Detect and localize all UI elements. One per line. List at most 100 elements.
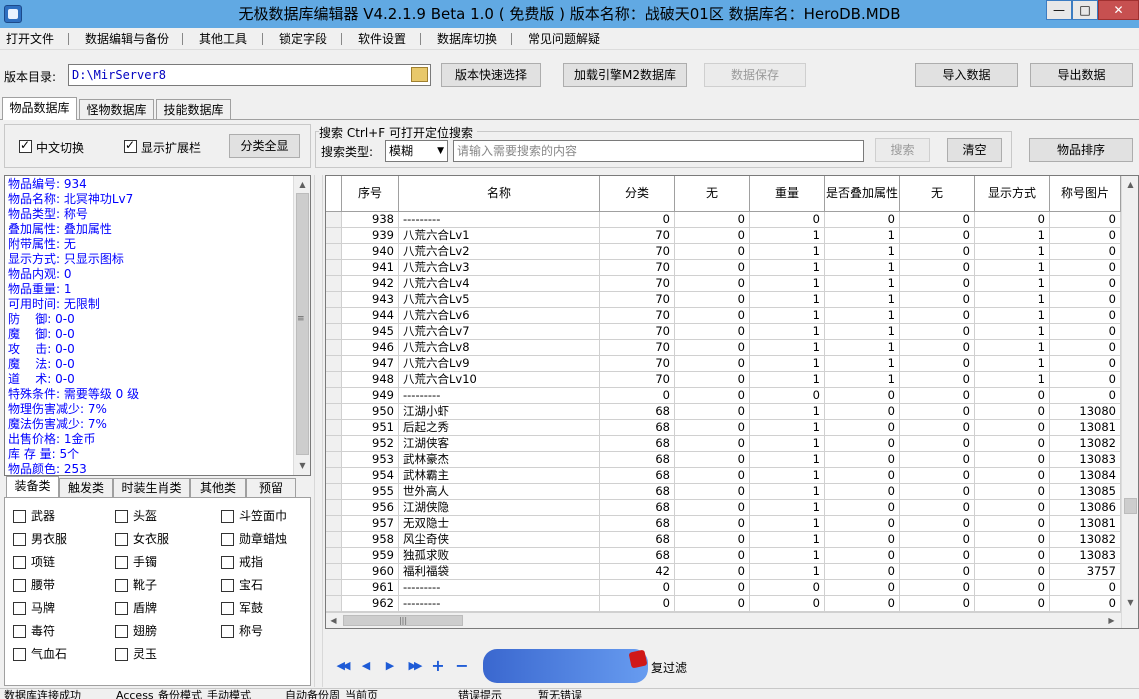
tab-skills-db[interactable]: 技能数据库	[156, 99, 231, 120]
search-input[interactable]: 请输入需要搜索的内容	[453, 140, 864, 162]
column-header[interactable]: 重量	[750, 176, 825, 212]
column-header[interactable]: 名称	[399, 176, 600, 212]
table-cell[interactable]: 0	[1050, 580, 1121, 596]
table-row[interactable]: 939 八荒六合Lv1 70 0 1 1 0 1 0	[326, 228, 1126, 244]
table-cell[interactable]: 13085	[1050, 484, 1121, 500]
table-cell[interactable]: 八荒六合Lv3	[399, 260, 600, 276]
table-cell[interactable]: 0	[675, 308, 750, 324]
table-cell[interactable]: 0	[825, 420, 900, 436]
table-cell[interactable]: 后起之秀	[399, 420, 600, 436]
table-cell[interactable]: 0	[975, 484, 1050, 500]
table-cell[interactable]: 0	[825, 404, 900, 420]
table-cell[interactable]: 941	[342, 260, 399, 276]
table-cell[interactable]: 1	[750, 340, 825, 356]
table-cell[interactable]: 0	[975, 596, 1050, 612]
table-cell[interactable]: 68	[600, 500, 675, 516]
checkbox[interactable]	[221, 625, 234, 638]
table-cell[interactable]: 13083	[1050, 548, 1121, 564]
row-indicator[interactable]	[326, 484, 342, 500]
filter-label[interactable]: 复过滤	[651, 659, 687, 676]
checkbox[interactable]	[13, 625, 26, 638]
table-cell[interactable]: 1	[825, 356, 900, 372]
table-cell[interactable]: 0	[975, 500, 1050, 516]
table-cell[interactable]: 世外高人	[399, 484, 600, 500]
table-cell[interactable]: 949	[342, 388, 399, 404]
menu-other-tools[interactable]: 其他工具	[199, 30, 247, 48]
category-tab[interactable]: 时装生肖类	[113, 478, 190, 498]
table-cell[interactable]: 0	[1050, 372, 1121, 388]
category-checkbox-item[interactable]: 男衣服	[13, 531, 108, 549]
table-cell[interactable]: 1	[825, 260, 900, 276]
category-checkbox-item[interactable]: 头盔	[115, 508, 210, 526]
row-indicator[interactable]	[326, 532, 342, 548]
scroll-down-icon[interactable]: ▼	[295, 458, 310, 473]
table-cell[interactable]: 0	[1050, 356, 1121, 372]
category-checkbox-item[interactable]: 军鼓	[221, 600, 316, 618]
table-cell[interactable]: 13082	[1050, 532, 1121, 548]
row-indicator[interactable]	[326, 468, 342, 484]
table-cell[interactable]: 13086	[1050, 500, 1121, 516]
table-cell[interactable]: 无双隐士	[399, 516, 600, 532]
table-cell[interactable]: 68	[600, 404, 675, 420]
scroll-up-icon[interactable]: ▲	[1123, 177, 1138, 192]
table-row[interactable]: 958 风尘奇侠 68 0 1 0 0 0 13082	[326, 532, 1126, 548]
table-cell[interactable]: 1	[825, 228, 900, 244]
add-record-icon[interactable]: +	[429, 657, 447, 675]
table-cell[interactable]: 0	[825, 388, 900, 404]
table-cell[interactable]: 70	[600, 260, 675, 276]
column-header[interactable]: 是否叠加属性	[825, 176, 900, 212]
table-cell[interactable]: 68	[600, 468, 675, 484]
table-cell[interactable]: 1	[825, 340, 900, 356]
row-indicator[interactable]	[326, 244, 342, 260]
table-cell[interactable]: 0	[900, 212, 975, 228]
table-cell[interactable]: 0	[900, 468, 975, 484]
checkbox[interactable]	[221, 510, 234, 523]
last-record-icon[interactable]: ▶▶	[405, 657, 423, 675]
row-indicator[interactable]	[326, 516, 342, 532]
table-cell[interactable]: 八荒六合Lv10	[399, 372, 600, 388]
table-cell[interactable]: 70	[600, 324, 675, 340]
category-tab[interactable]: 触发类	[59, 478, 113, 498]
table-cell[interactable]: 955	[342, 484, 399, 500]
table-row[interactable]: 951 后起之秀 68 0 1 0 0 0 13081	[326, 420, 1126, 436]
table-cell[interactable]: 0	[750, 388, 825, 404]
table-cell[interactable]: 0	[825, 484, 900, 500]
table-cell[interactable]: 0	[900, 356, 975, 372]
table-cell[interactable]: 1	[825, 244, 900, 260]
table-cell[interactable]: 1	[975, 356, 1050, 372]
table-cell[interactable]: 1	[750, 468, 825, 484]
table-cell[interactable]: 0	[675, 532, 750, 548]
next-record-icon[interactable]: ▶	[381, 657, 399, 675]
table-cell[interactable]: 八荒六合Lv2	[399, 244, 600, 260]
table-cell[interactable]: 0	[975, 564, 1050, 580]
table-cell[interactable]: 0	[825, 452, 900, 468]
row-indicator[interactable]	[326, 436, 342, 452]
table-cell[interactable]: 0	[975, 580, 1050, 596]
table-cell[interactable]: 0	[1050, 228, 1121, 244]
table-cell[interactable]: 1	[975, 340, 1050, 356]
table-cell[interactable]: 0	[600, 580, 675, 596]
table-cell[interactable]: 70	[600, 308, 675, 324]
table-cell[interactable]: 947	[342, 356, 399, 372]
checkbox[interactable]	[221, 533, 234, 546]
checkbox[interactable]	[13, 579, 26, 592]
table-cell[interactable]: ---------	[399, 388, 600, 404]
table-cell[interactable]: 0	[1050, 324, 1121, 340]
table-cell[interactable]: 0	[675, 500, 750, 516]
table-cell[interactable]: 950	[342, 404, 399, 420]
table-cell[interactable]: 0	[825, 564, 900, 580]
menu-software-settings[interactable]: 软件设置	[358, 30, 406, 48]
category-checkbox-item[interactable]: 斗笠面巾	[221, 508, 316, 526]
row-indicator[interactable]	[326, 260, 342, 276]
table-cell[interactable]: 0	[675, 404, 750, 420]
table-row[interactable]: 943 八荒六合Lv5 70 0 1 1 0 1 0	[326, 292, 1126, 308]
table-cell[interactable]: 0	[900, 436, 975, 452]
table-cell[interactable]: 1	[975, 308, 1050, 324]
row-indicator[interactable]	[326, 452, 342, 468]
table-cell[interactable]: 0	[900, 580, 975, 596]
table-cell[interactable]: 0	[975, 516, 1050, 532]
checkbox[interactable]	[115, 579, 128, 592]
table-cell[interactable]: 68	[600, 548, 675, 564]
menu-lock-fields[interactable]: 锁定字段	[279, 30, 327, 48]
table-row[interactable]: 959 独孤求败 68 0 1 0 0 0 13083	[326, 548, 1126, 564]
